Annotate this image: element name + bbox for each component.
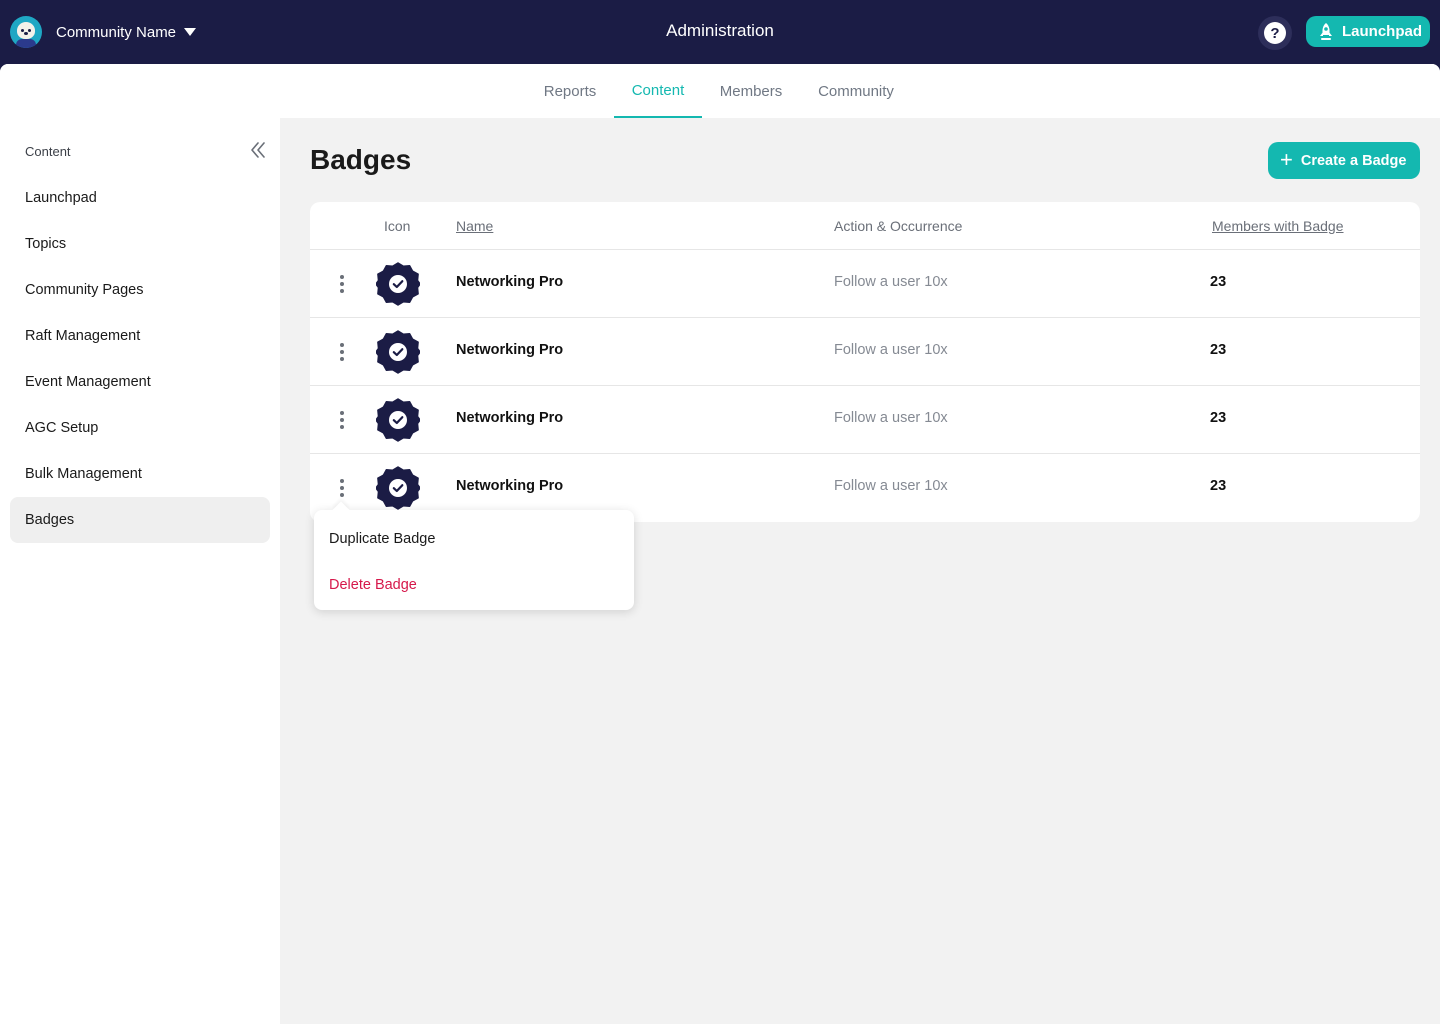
community-name: Community Name: [56, 23, 177, 41]
row-menu-icon[interactable]: [334, 340, 350, 364]
badge-name: Networking Pro: [456, 274, 564, 290]
rocket-icon: [1320, 22, 1332, 40]
caret-down-icon: [184, 28, 197, 36]
badge-check-icon: [376, 398, 420, 442]
app-title: Administration: [666, 21, 774, 40]
sidebar: Content Launchpad Topics Community Pages…: [0, 118, 280, 1024]
help-button[interactable]: ?: [1258, 16, 1292, 50]
sidebar-item-badges[interactable]: Badges: [10, 497, 270, 543]
column-header-action: Action & Occurrence: [834, 218, 963, 234]
launchpad-button[interactable]: Launchpad: [1306, 16, 1430, 47]
column-header-members[interactable]: Members with Badge: [1212, 202, 1344, 250]
badge-action: Follow a user 10x: [834, 342, 948, 358]
row-menu-icon[interactable]: [334, 272, 350, 296]
badge-member-count: 23: [1210, 478, 1227, 494]
table-row[interactable]: Networking Pro Follow a user 10x 23: [310, 386, 1420, 454]
duplicate-badge-option[interactable]: Duplicate Badge: [329, 528, 435, 550]
badge-member-count: 23: [1210, 410, 1227, 426]
sidebar-item-topics[interactable]: Topics: [10, 221, 270, 267]
badge-member-count: 23: [1210, 342, 1227, 358]
badge-name: Networking Pro: [456, 410, 564, 426]
table-row[interactable]: Networking Pro Follow a user 10x 23: [310, 250, 1420, 318]
badge-member-count: 23: [1210, 274, 1227, 290]
launchpad-label: Launchpad: [1342, 23, 1423, 40]
tab-reports[interactable]: Reports: [532, 64, 608, 118]
row-actions-menu: Duplicate Badge Delete Badge: [314, 501, 634, 610]
collapse-sidebar-icon[interactable]: [248, 140, 268, 160]
table-row[interactable]: Networking Pro Follow a user 10x 23: [310, 318, 1420, 386]
row-menu-icon[interactable]: [334, 476, 350, 500]
page-title: Badges: [310, 144, 412, 175]
badge-name: Networking Pro: [456, 478, 564, 494]
sidebar-heading: Content: [25, 144, 71, 159]
tab-content[interactable]: Content: [614, 64, 702, 118]
column-header-name[interactable]: Name: [456, 202, 493, 250]
sidebar-item-agc-setup[interactable]: AGC Setup: [10, 405, 270, 451]
badge-action: Follow a user 10x: [834, 410, 948, 426]
plus-icon: +: [1280, 146, 1293, 172]
badges-table: Icon Name Action & Occurrence Members wi…: [310, 202, 1420, 522]
badge-action: Follow a user 10x: [834, 478, 948, 494]
sidebar-item-launchpad[interactable]: Launchpad: [10, 175, 270, 221]
tab-bar: Reports Content Members Community: [0, 64, 1440, 118]
sidebar-item-raft-management[interactable]: Raft Management: [10, 313, 270, 359]
question-circle-icon: ?: [1264, 22, 1286, 44]
badge-check-icon: [376, 330, 420, 374]
badge-check-icon: [376, 262, 420, 306]
sidebar-item-community-pages[interactable]: Community Pages: [10, 267, 270, 313]
row-menu-icon[interactable]: [334, 408, 350, 432]
delete-badge-option[interactable]: Delete Badge: [329, 574, 417, 596]
sidebar-item-bulk-management[interactable]: Bulk Management: [10, 451, 270, 497]
community-logo[interactable]: [10, 16, 42, 48]
tab-members[interactable]: Members: [708, 64, 794, 118]
top-bar: Community Name Administration ? Launchpa…: [0, 0, 1440, 64]
column-header-icon: Icon: [384, 218, 411, 234]
tab-community[interactable]: Community: [806, 64, 906, 118]
community-switcher[interactable]: Community Name: [56, 22, 197, 42]
create-badge-button[interactable]: + Create a Badge: [1268, 142, 1420, 179]
sidebar-item-event-management[interactable]: Event Management: [10, 359, 270, 405]
main-panel: Reports Content Members Community Conten…: [0, 64, 1440, 1024]
create-badge-label: Create a Badge: [1300, 152, 1407, 169]
badge-check-icon: [376, 466, 420, 510]
badge-action: Follow a user 10x: [834, 274, 948, 290]
badge-name: Networking Pro: [456, 342, 564, 358]
